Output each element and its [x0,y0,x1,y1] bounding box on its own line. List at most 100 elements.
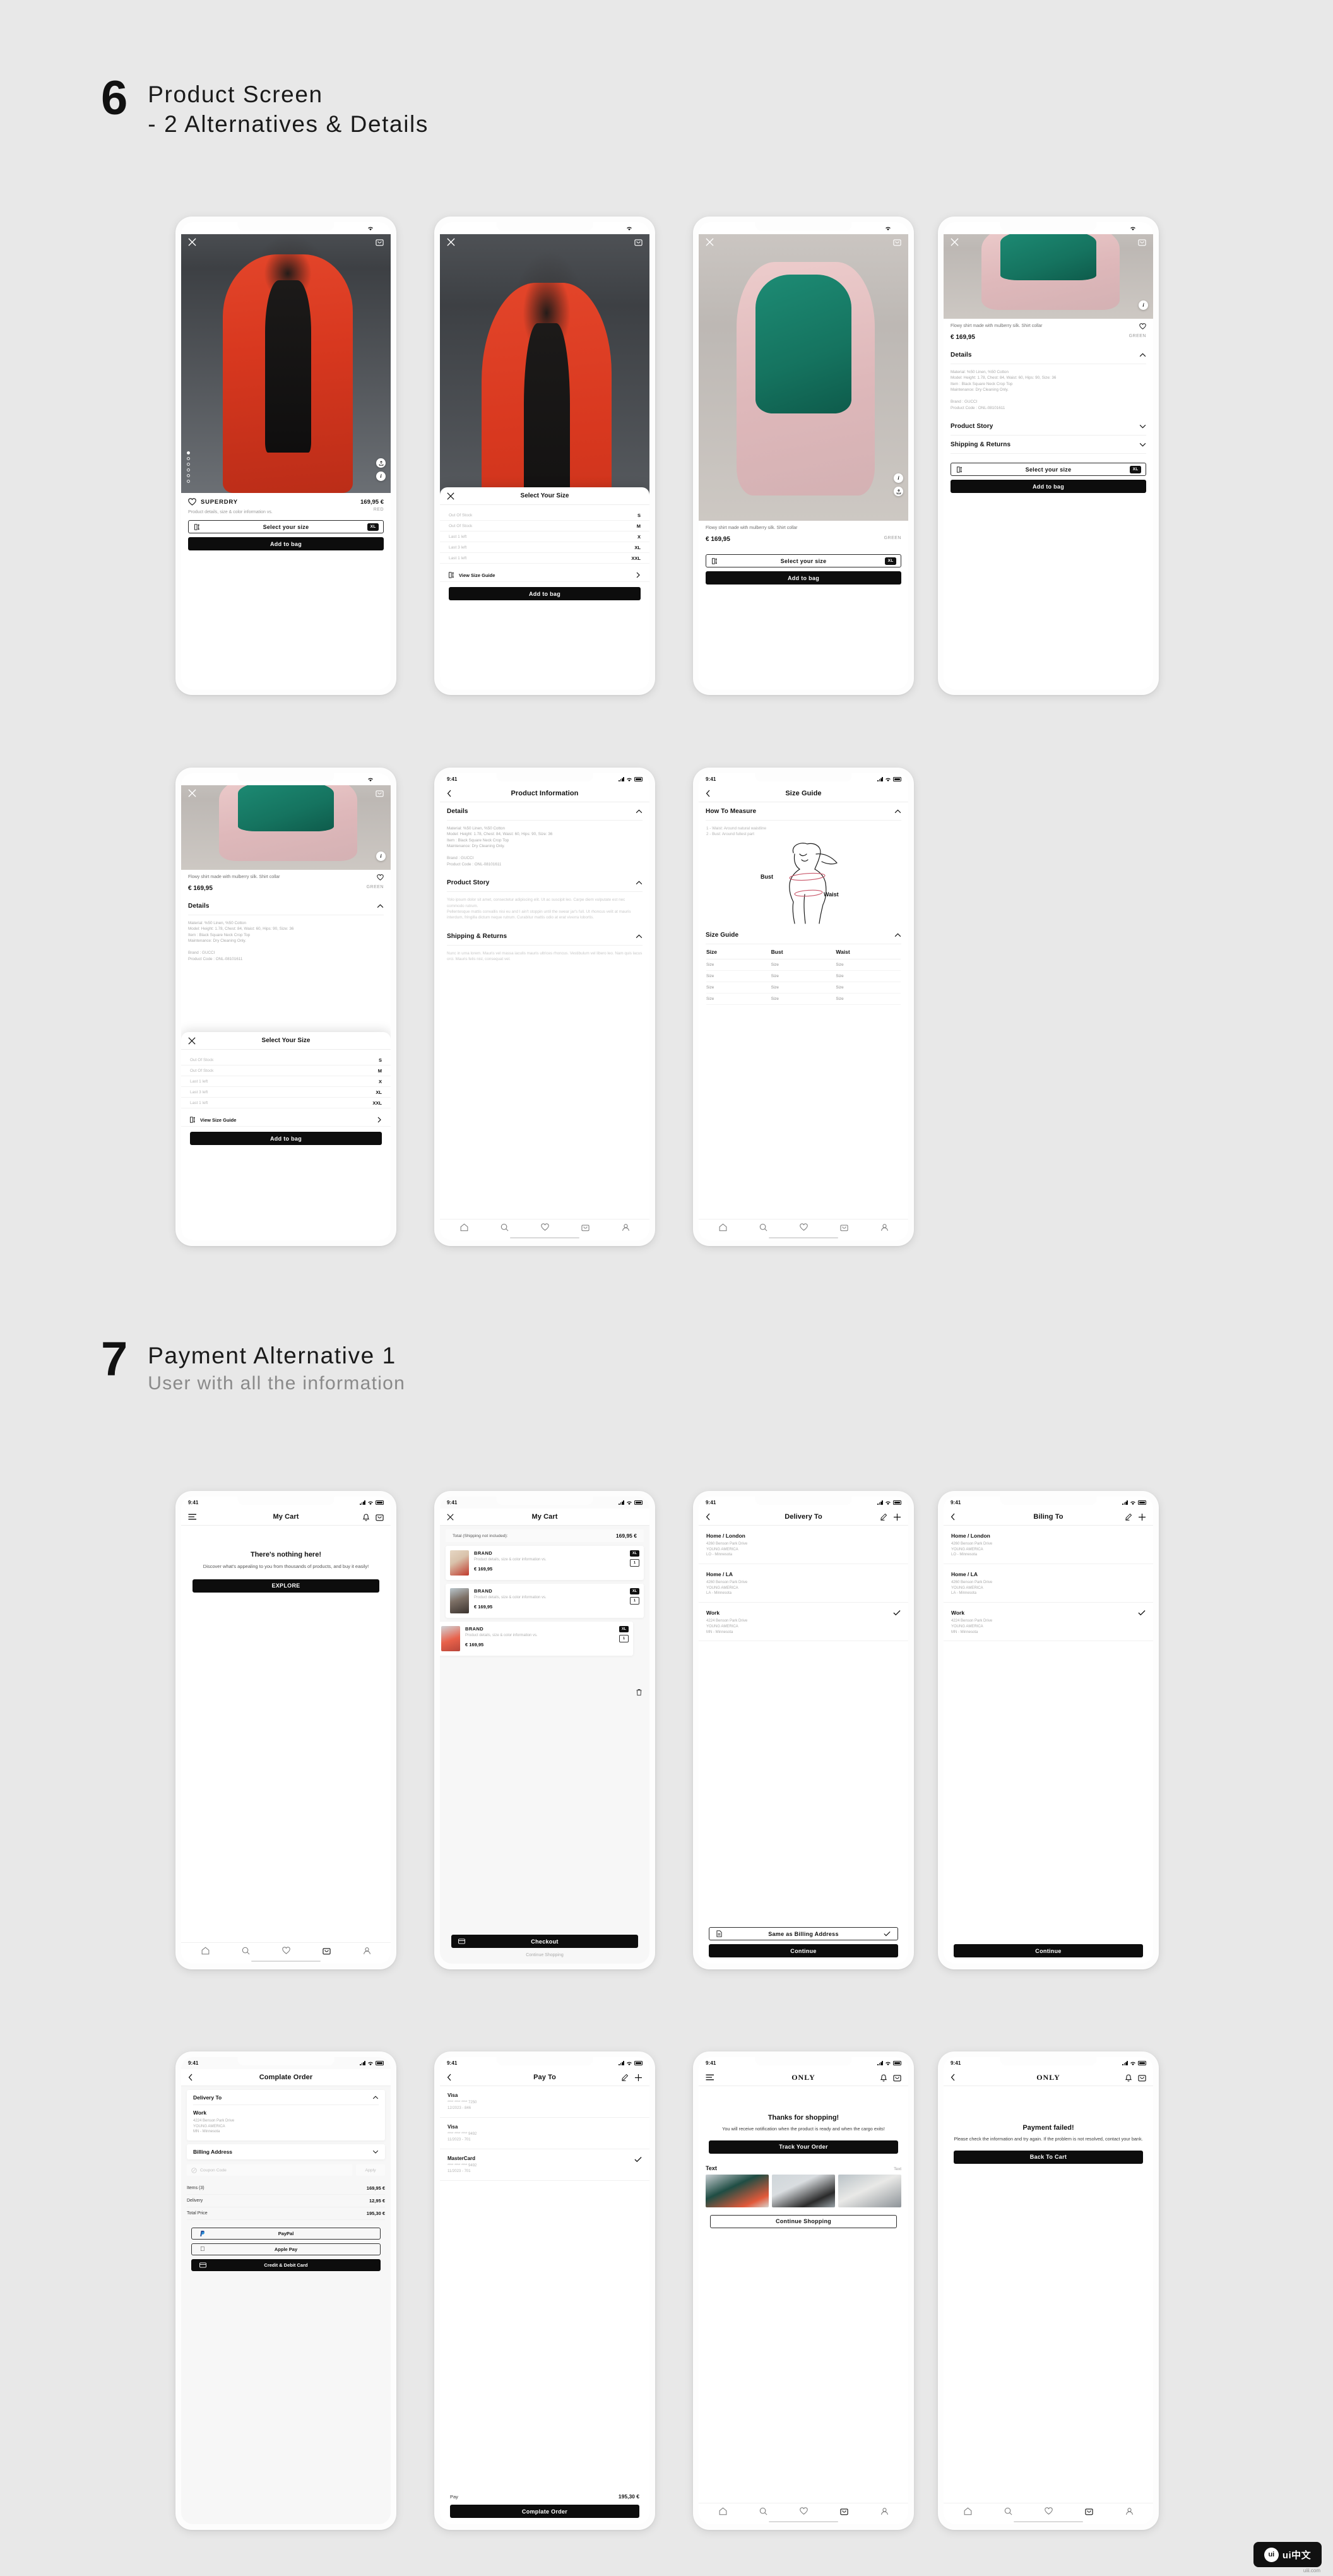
checkout-button[interactable]: Checkout [451,1935,638,1948]
tab-favorites-icon[interactable] [799,2507,808,2515]
back-icon[interactable] [951,1513,956,1521]
recommendation-thumb[interactable] [838,2174,901,2207]
back-icon[interactable] [188,2074,193,2081]
address-row[interactable]: Home / London 4260 Benson Park Drive YOU… [944,1526,1153,1565]
tab-home-icon[interactable] [719,2507,727,2515]
tab-home-icon[interactable] [964,2507,972,2515]
select-size-button[interactable]: Select your size XL [188,520,384,534]
back-icon[interactable] [951,2074,956,2081]
view-size-guide-row[interactable]: View Size Guide [440,569,649,582]
add-to-bag-button[interactable]: Add to bag [951,480,1146,494]
accordion-size-guide[interactable]: Size Guide [706,926,901,944]
coupon-code-input[interactable]: Coupon Code [187,2164,352,2176]
bag-icon[interactable] [893,238,901,246]
close-icon[interactable] [188,789,196,797]
select-size-button[interactable]: Select your size XL [706,554,901,568]
size-option-row[interactable]: Out Of Stock S [181,1055,391,1065]
tab-profile-icon[interactable] [880,1223,889,1232]
add-to-bag-button[interactable]: Add to bag [190,1132,382,1145]
accordion-details[interactable]: Details [951,346,1146,364]
continue-shopping-button[interactable]: Continue Shopping [710,2214,897,2228]
bag-icon[interactable] [1138,238,1146,246]
back-icon[interactable] [447,790,452,797]
payment-card-row-selected[interactable]: MasterCard **** **** **** 9492 11/2023 -… [440,2149,649,2181]
tab-search-icon[interactable] [759,1223,767,1232]
address-row-selected[interactable]: Work 4224 Benson Park Drive YOUNG AMERIC… [699,1603,908,1642]
bag-icon[interactable] [376,238,384,246]
accordion-details[interactable]: Details [188,897,384,915]
close-icon[interactable] [447,238,455,246]
notifications-bell-icon[interactable] [362,1513,370,1521]
billing-address-card[interactable]: Billing Address [187,2144,385,2160]
back-icon[interactable] [447,2074,452,2081]
view-size-guide-row[interactable]: View Size Guide [181,1113,391,1127]
same-as-billing-button[interactable]: Same as Billing Address [709,1927,898,1940]
item-quantity[interactable]: 1 [629,1597,639,1605]
tab-profile-icon[interactable] [622,1223,630,1232]
tab-home-icon[interactable] [201,1946,210,1955]
apply-coupon-button[interactable]: Apply [356,2164,385,2176]
accordion-how-to-measure[interactable]: How To Measure [706,802,901,821]
back-icon[interactable] [706,1513,711,1521]
bag-icon[interactable] [634,238,643,246]
add-plus-icon[interactable] [1138,1513,1146,1521]
close-icon[interactable] [188,238,196,246]
edit-pencil-icon[interactable] [880,1513,887,1521]
explore-button[interactable]: EXPLORE [193,1579,379,1593]
notifications-bell-icon[interactable] [880,2074,887,2082]
edit-pencil-icon[interactable] [621,2074,629,2081]
tab-bag-icon[interactable] [322,1947,331,1955]
tab-bag-icon[interactable] [1084,2507,1093,2515]
size-option-row[interactable]: Out Of Stock M [181,1065,391,1076]
image-pagination-dots[interactable] [187,451,190,483]
address-row[interactable]: Home / LA 4260 Benson Park Drive YOUNG A… [699,1564,908,1603]
accordion-shipping-returns[interactable]: Shipping & Returns [951,436,1146,454]
complete-order-button[interactable]: Complate Order [450,2505,639,2518]
cart-item-row[interactable]: BRAND Product details, size & color info… [446,1584,644,1618]
credit-debit-card-button[interactable]: Credit & Debit Card [191,2259,381,2272]
favorite-heart-icon[interactable] [188,498,196,506]
menu-icon[interactable] [706,2074,714,2080]
cart-item-row[interactable]: BRAND Product details, size & color info… [446,1546,644,1580]
address-row-selected[interactable]: Work 4224 Benson Park Drive YOUNG AMERIC… [944,1603,1153,1642]
tab-search-icon[interactable] [501,1223,509,1232]
add-to-bag-button[interactable]: Add to bag [449,587,641,600]
size-option-row[interactable]: Last 1 left XXL [181,1098,391,1108]
size-option-row[interactable]: Last 3 left XL [181,1087,391,1098]
item-quantity[interactable]: 1 [629,1559,639,1567]
share-icon[interactable] [376,458,386,468]
bag-icon[interactable] [893,2074,901,2082]
bag-icon[interactable] [376,1513,384,1521]
accordion-shipping-returns[interactable]: Shipping & Returns [447,927,643,946]
payment-card-row[interactable]: Visa **** **** **** 7250 12/2023 - 846 [440,2086,649,2118]
apple-pay-button[interactable]:  Apple Pay [191,2243,381,2256]
accordion-product-story[interactable]: Product Story [951,417,1146,436]
tab-favorites-icon[interactable] [799,1223,808,1231]
size-option-row[interactable]: Last 3 left XL [440,542,649,553]
add-to-bag-button[interactable]: Add to bag [706,571,901,585]
tab-favorites-icon[interactable] [1044,2507,1053,2515]
tab-bag-icon[interactable] [839,2507,848,2515]
info-icon[interactable]: i [1139,300,1148,310]
info-icon[interactable]: i [376,472,386,481]
tab-search-icon[interactable] [242,1947,250,1955]
menu-icon[interactable] [188,1514,197,1520]
recommendation-thumb[interactable] [772,2174,835,2207]
tab-home-icon[interactable] [460,1223,468,1232]
recommendation-thumb[interactable] [706,2174,769,2207]
tab-profile-icon[interactable] [880,2507,889,2515]
size-option-row[interactable]: Out Of Stock M [440,521,649,531]
select-size-button[interactable]: Select your size XL [951,463,1146,477]
notifications-bell-icon[interactable] [1125,2074,1132,2082]
address-row[interactable]: Home / London 4260 Benson Park Drive YOU… [699,1526,908,1565]
continue-shopping-link[interactable]: Continue Shopping [451,1953,638,1957]
favorite-heart-icon[interactable] [377,874,384,881]
paypal-button[interactable]: PayPal [191,2228,381,2240]
track-order-button[interactable]: Track Your Order [709,2140,898,2154]
address-row[interactable]: Home / LA 4260 Benson Park Drive YOUNG A… [944,1564,1153,1603]
accordion-details[interactable]: Details [447,802,643,821]
info-icon[interactable]: i [894,473,903,483]
tab-profile-icon[interactable] [1125,2507,1134,2515]
back-icon[interactable] [706,790,711,797]
tab-profile-icon[interactable] [363,1947,371,1955]
